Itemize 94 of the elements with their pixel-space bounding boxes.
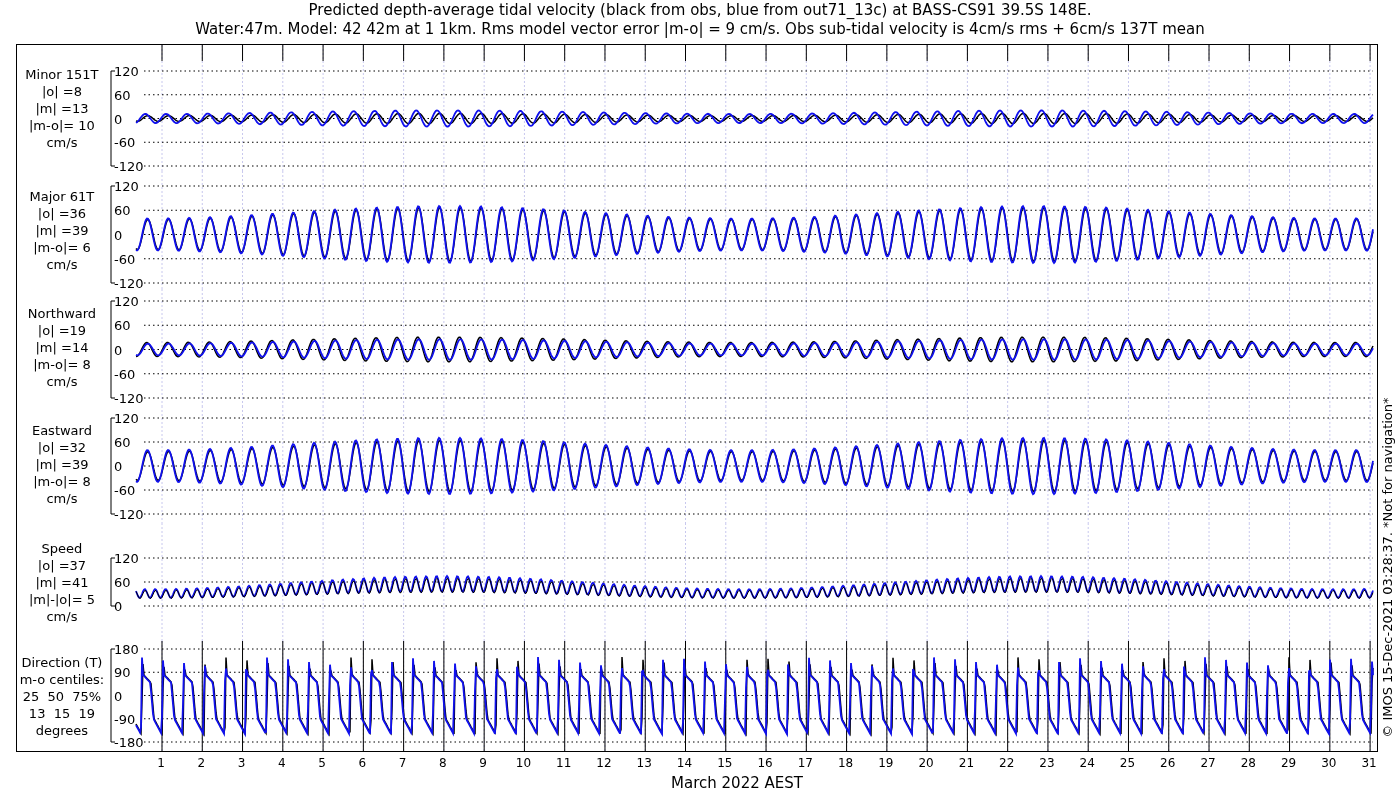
panel-label: Northward	[27, 305, 97, 322]
x-tick-label: 19	[878, 755, 894, 772]
panel-label: |o| =19	[37, 322, 87, 339]
panel-label: |o| =36	[37, 204, 87, 222]
x-tick-label: 1	[157, 755, 165, 772]
x-tick-label: 16	[757, 755, 773, 772]
panel-label: |o| =32	[37, 439, 87, 456]
y-tick-label: -120	[113, 391, 144, 406]
chart-title: Predicted depth-average tidal velocity (black from obs, blue from out71_13c) at BASS-CS91 39.5S 148E.	[308, 1, 1092, 20]
y-tick-label: 0	[113, 688, 123, 704]
y-tick-label: -60	[113, 366, 136, 382]
panel-label: cm/s	[46, 133, 78, 151]
y-tick-label: 60	[113, 435, 131, 450]
panel-label: Eastward	[31, 422, 92, 439]
x-tick-label: 20	[918, 755, 934, 772]
panel-label: cm/s	[46, 490, 78, 507]
panel-label: |m-o|= 8	[33, 473, 91, 490]
panel-label: Speed	[41, 539, 83, 557]
x-tick-label: 9	[479, 755, 487, 772]
chart-title: Water:47m. Model: 42 42m at 1 1km. Rms model vector error |m-o| = 9 cm/s. Obs sub-tidal velocity is 4cm/s rms + 6cm/s 137T mean	[195, 20, 1205, 39]
y-tick-label: 180	[113, 642, 139, 657]
x-tick-label: 10	[515, 755, 532, 772]
panel-label: |o| =37	[37, 556, 87, 574]
x-tick-label: 8	[439, 755, 447, 772]
y-tick-label: -180	[113, 735, 144, 750]
panel-label: |o| =8	[41, 82, 82, 100]
x-tick-label: 11	[556, 755, 572, 772]
x-tick-label: 23	[1039, 755, 1055, 772]
panel-label: |m-o|= 8	[33, 356, 91, 373]
x-tick-label: 14	[676, 755, 693, 772]
x-tick-label: 2	[197, 755, 206, 772]
panel-label: cm/s	[46, 255, 78, 273]
y-tick-label: 0	[113, 599, 123, 614]
panel-label: |m|-|o|= 5	[28, 590, 95, 608]
y-tick-label: 120	[113, 179, 139, 194]
x-axis-title: March 2022 AEST	[671, 773, 803, 794]
x-tick-label: 18	[837, 755, 854, 772]
y-tick-label: -120	[113, 276, 144, 289]
y-tick-label: 60	[113, 203, 131, 219]
x-tick-label: 29	[1280, 755, 1297, 772]
y-tick-label: 0	[113, 227, 123, 243]
panel-label: |m| =14	[35, 339, 89, 356]
panel-label: |m-o|= 6	[33, 238, 91, 256]
x-tick-label: 28	[1240, 755, 1256, 772]
x-tick-label: 15	[717, 755, 733, 772]
panel-label: Minor 151T	[25, 65, 99, 83]
panel-label: |m| =41	[35, 573, 89, 591]
x-tick-label: 21	[958, 755, 975, 772]
y-tick-label: 120	[113, 294, 139, 309]
panel-label: degrees	[35, 722, 89, 739]
x-tick-label: 27	[1200, 755, 1216, 772]
x-tick-label: 31	[1361, 755, 1377, 772]
y-tick-label: 120	[113, 551, 139, 566]
y-tick-label: -120	[113, 507, 144, 522]
y-tick-label: 0	[113, 342, 123, 358]
x-tick-label: 6	[358, 755, 367, 772]
panel-label: |m-o|= 10	[29, 116, 95, 134]
y-tick-label: -60	[113, 135, 136, 151]
y-tick-label: -60	[113, 251, 136, 267]
x-tick-label: 7	[398, 755, 407, 772]
panel-label: |m| =39	[35, 456, 89, 473]
panel-label: Major 61T	[29, 187, 95, 205]
y-tick-label: 120	[113, 411, 139, 426]
y-tick-label: -60	[113, 483, 136, 498]
x-tick-label: 22	[999, 755, 1015, 772]
y-tick-label: 120	[113, 64, 139, 79]
panel-label: m-o centiles:	[19, 671, 105, 688]
x-tick-label: 4	[278, 755, 286, 772]
x-tick-label: 25	[1119, 755, 1136, 772]
x-tick-label: 3	[237, 755, 246, 772]
x-tick-label: 17	[797, 755, 813, 772]
panel-label: 25 50 75%	[22, 688, 102, 705]
copyright-note: © IMOS 15-Dec-2021 03:28:37. *Not for navigation*	[1379, 397, 1397, 738]
axis-bracket	[110, 557, 116, 607]
y-tick-label: 0	[113, 459, 123, 474]
y-tick-label: 60	[113, 87, 131, 103]
y-tick-label: 60	[113, 575, 131, 590]
x-tick-label: 30	[1321, 755, 1337, 772]
x-tick-label: 13	[636, 755, 652, 772]
panel-label: 13 15 19	[28, 705, 95, 722]
y-tick-label: -120	[113, 159, 144, 171]
y-tick-label: 60	[113, 318, 131, 334]
panel-label: cm/s	[46, 607, 78, 625]
panel-label: |m| =13	[35, 99, 89, 117]
x-tick-label: 26	[1160, 755, 1176, 772]
panel-label: cm/s	[46, 373, 78, 390]
x-tick-label: 12	[596, 755, 612, 772]
y-tick-label: -90	[113, 711, 136, 727]
panel-label: |m| =39	[35, 221, 89, 239]
y-tick-label: 90	[113, 665, 131, 681]
x-tick-label: 5	[318, 755, 326, 772]
x-tick-label: 24	[1079, 755, 1095, 772]
y-tick-label: 0	[113, 111, 123, 127]
panel-label: Direction (T)	[21, 654, 103, 671]
